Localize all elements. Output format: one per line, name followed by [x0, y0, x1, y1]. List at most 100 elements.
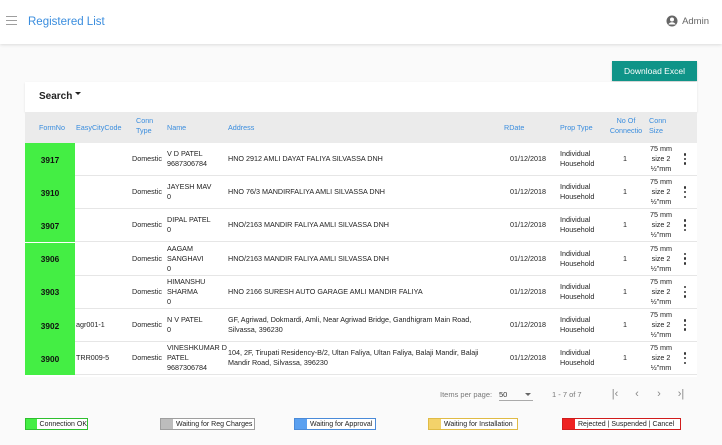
conn-size-cell-line: ½"mm: [650, 296, 672, 306]
legend-label: Connection OK: [39, 420, 87, 428]
legend-item: Waiting for Installation: [428, 418, 518, 430]
legend-swatch: [161, 419, 173, 429]
user-name: Admin: [682, 15, 709, 27]
conn-size-cell-line: size 2: [651, 320, 671, 329]
prop-type-cell-line: Individual: [560, 248, 591, 258]
name-cell: JAYESH MAV 0: [167, 182, 229, 202]
conn-size-cell-line: 75 mm: [650, 343, 672, 353]
name-cell-line: 0: [167, 263, 171, 273]
more-vert-icon[interactable]: [679, 318, 691, 332]
address-cell: HNO 76/3 MANDIRFALIYA AMLI SILVASSA DNH: [228, 187, 508, 197]
first-page-icon[interactable]: |‹: [608, 387, 622, 401]
name-cell-line: V D PATEL: [167, 149, 203, 158]
conn-size-cell-line: ½"mm: [650, 197, 672, 207]
no-of-conn-cell: 1: [623, 220, 627, 230]
conn-type-cell: Domestic: [132, 353, 162, 363]
table-row[interactable]: 3900 TRR009-5 Domestic VINESHKUMAR D PATEL 96…: [25, 342, 697, 376]
table-row[interactable]: 3917 Domestic V D PATEL 9687306784 HNO 2912 …: [25, 143, 697, 176]
name-cell-line: HIMANSHU: [167, 276, 206, 286]
conn-size-cell-line: 75 mm: [650, 177, 672, 187]
name-cell-line: 0: [167, 296, 171, 306]
download-excel-button[interactable]: Download Excel: [612, 61, 697, 81]
next-page-icon[interactable]: ›: [652, 387, 666, 401]
kebab-dot: [683, 290, 687, 294]
name-cell-line: VINESHKUMAR D: [167, 343, 227, 353]
search-panel: Search: [25, 82, 697, 112]
kebab-dot: [683, 319, 687, 322]
prop-type-cell-line: Individual: [560, 182, 591, 192]
address-cell: HNO/2163 MANDIR FALIYA AMLI SILVASSA DNH: [228, 254, 508, 264]
address-cell: HNO 2912 AMLI DAYAT FALIYA SILVASSA DNH: [228, 154, 508, 164]
page-range: 1 - 7 of 7: [552, 390, 582, 399]
table-row[interactable]: 3910 Domestic JAYESH MAV 0 HNO 76/3 MANDIRFA…: [25, 176, 697, 210]
header-conn-type[interactable]: Conn Type: [136, 116, 153, 136]
legend-label: Waiting for Approval: [310, 420, 373, 428]
conn-type-cell: Domestic: [132, 286, 162, 296]
prop-type-cell-line: Household: [560, 291, 595, 301]
conn-size-cell-line: size 2: [651, 253, 671, 263]
kebab-dot: [683, 186, 687, 189]
address-cell: HNO/2163 MANDIR FALIYA AMLI SILVASSA DNH: [228, 220, 508, 230]
header-address[interactable]: Address: [228, 123, 254, 133]
more-vert-icon[interactable]: [679, 218, 691, 232]
no-of-conn-cell: 1: [623, 154, 627, 163]
prop-type-cell-line: Household: [560, 192, 595, 202]
formno-cell: 3910: [25, 176, 75, 210]
conn-size-cell-line: size 2: [651, 220, 671, 230]
header-name[interactable]: Name: [167, 123, 186, 133]
name-cell-line: 0: [167, 325, 171, 334]
menu-icon[interactable]: [6, 16, 17, 25]
conn-size-cell-line: 75 mm: [650, 310, 672, 319]
search-toggle[interactable]: Search: [39, 91, 82, 102]
kebab-dot: [683, 252, 687, 256]
prop-type-cell-line: Household: [560, 159, 595, 168]
more-vert-icon[interactable]: [679, 351, 691, 365]
header-easycitycode[interactable]: EasyCityCode: [76, 123, 122, 133]
last-page-icon[interactable]: ›|: [674, 387, 688, 401]
conn-type-cell: Domestic: [132, 220, 162, 230]
table-row[interactable]: 3902 agr001-1 Domestic N V PATEL 0 GF, Agriwa…: [25, 309, 697, 342]
conn-size-cell: 75 mm size 2 ½"mm: [646, 177, 676, 207]
no-of-conn-cell: 1: [623, 286, 627, 296]
prop-type-cell: Individual Household: [560, 348, 594, 368]
more-vert-icon[interactable]: [679, 185, 691, 199]
header-conn-size[interactable]: Conn Size: [649, 116, 666, 136]
previous-page-icon[interactable]: ‹: [630, 387, 644, 401]
page-size-select[interactable]: 50: [499, 387, 533, 401]
legend-item: Connection OK: [25, 418, 88, 430]
legend-label: Rejected | Suspended | Cancel: [578, 420, 675, 428]
address-cell-line: 104, 2F, Tirupati Residency-B/2, Ultan F…: [228, 348, 479, 358]
header-no-of-conn[interactable]: No Of Connectio: [609, 116, 643, 136]
address-cell: GF, Agriwad, Dokmardi, Amli, Near Agriwa…: [228, 315, 508, 335]
rdate-cell: 01/12/2018: [510, 253, 546, 263]
table-row[interactable]: 3907 Domestic DIPAL PATEL 0 HNO/2163 MANDIR …: [25, 209, 697, 243]
kebab-dot: [683, 157, 687, 161]
registered-table: FormNo EasyCityCode Conn Type Name Addres…: [25, 112, 697, 377]
legend-swatch: [563, 419, 575, 429]
address-cell-line: HNO 2166 SURESH AUTO GARAGE AMLI MANDIR …: [228, 286, 423, 296]
prop-type-cell-line: Individual: [560, 315, 591, 324]
formno-cell: 3900: [25, 342, 75, 376]
name-cell-line: N V PATEL: [167, 315, 203, 324]
no-of-conn-cell: 1: [623, 187, 627, 197]
name-cell: VINESHKUMAR D PATEL 9687306784: [167, 343, 229, 373]
more-vert-icon[interactable]: [679, 252, 691, 266]
header-formno[interactable]: FormNo: [39, 123, 65, 133]
conn-size-cell: 75 mm size 2 ½"mm: [646, 343, 676, 373]
name-cell-line: 0: [167, 192, 171, 202]
header-rdate[interactable]: RDate: [504, 123, 524, 133]
address-cell-line: HNO/2163 MANDIR FALIYA AMLI SILVASSA DNH: [228, 220, 389, 230]
more-vert-icon[interactable]: [679, 152, 691, 166]
legend-swatch: [26, 419, 37, 429]
user-menu[interactable]: Admin: [666, 15, 709, 27]
legend-swatch: [429, 419, 441, 429]
legend-item: Waiting for Reg Charges: [160, 418, 255, 430]
table-row[interactable]: 3903 Domestic HIMANSHU SHARMA 0 HNO 2166 SURE…: [25, 275, 697, 309]
conn-size-cell-line: ½"mm: [650, 164, 672, 173]
formno-cell: 3902: [25, 309, 75, 342]
prop-type-cell: Individual Household: [560, 215, 594, 235]
table-row[interactable]: 3906 Domestic AAGAM SANGHAVI 0 HNO/2163 MANDI…: [25, 242, 697, 276]
name-cell: N V PATEL 0: [167, 315, 229, 335]
header-prop-type[interactable]: Prop Type: [560, 123, 593, 133]
more-vert-icon[interactable]: [679, 285, 691, 299]
